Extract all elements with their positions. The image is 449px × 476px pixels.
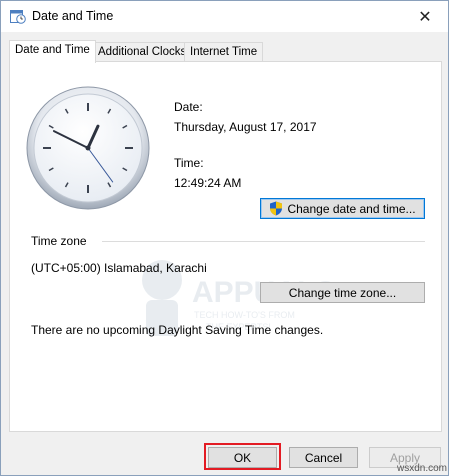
tab-date-and-time[interactable]: Date and Time — [9, 40, 96, 63]
clock-center-cap — [85, 145, 91, 151]
time-zone-value: (UTC+05:00) Islamabad, Karachi — [31, 261, 207, 275]
tab-additional-clocks[interactable]: Additional Clocks — [92, 42, 193, 62]
close-button[interactable]: ✕ — [402, 1, 448, 32]
tab-internet-time[interactable]: Internet Time — [184, 42, 264, 62]
time-label: Time: — [174, 156, 204, 170]
cancel-button[interactable]: Cancel — [289, 447, 358, 468]
analog-clock — [26, 86, 150, 210]
time-value: 12:49:24 AM — [174, 176, 242, 190]
tab-panel: Date: Thursday, August 17, 2017 Time: 12… — [9, 61, 442, 432]
title-bar[interactable]: Date and Time ✕ — [1, 1, 448, 32]
time-zone-divider — [102, 241, 425, 242]
window-title: Date and Time — [32, 9, 114, 23]
close-icon: ✕ — [418, 8, 432, 26]
watermark-tagline-1: TECH HOW-TO'S FROM — [194, 310, 295, 320]
date-value: Thursday, August 17, 2017 — [174, 120, 317, 134]
time-zone-heading: Time zone — [31, 234, 87, 248]
date-time-app-icon — [10, 10, 26, 24]
footer-watermark: wsxdn.com — [396, 463, 447, 474]
change-time-zone-button[interactable]: Change time zone... — [260, 282, 425, 303]
change-date-time-label: Change date and time... — [287, 201, 416, 216]
uac-shield-icon — [270, 201, 283, 216]
dst-message: There are no upcoming Daylight Saving Ti… — [31, 323, 324, 337]
date-label: Date: — [174, 100, 203, 114]
ok-highlight-box — [204, 443, 281, 470]
date-and-time-dialog: Date and Time ✕ Date and Time Additional… — [0, 0, 449, 476]
change-date-time-button[interactable]: Change date and time... — [260, 198, 425, 219]
